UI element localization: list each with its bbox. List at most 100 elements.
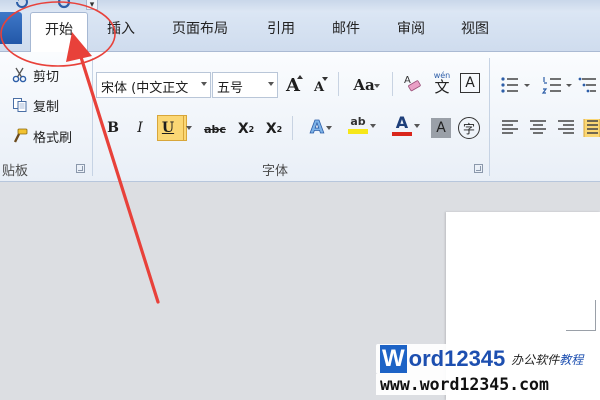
font-name-value: 宋体 (中文正文 <box>101 81 189 96</box>
highlight-color-bar <box>348 129 368 134</box>
copy-icon <box>13 98 27 112</box>
format-painter-label: 格式刷 <box>33 130 73 146</box>
font-launcher-icon[interactable] <box>474 164 483 173</box>
chevron-down-icon <box>186 126 192 130</box>
group-divider <box>489 58 490 176</box>
font-group-label: 字体 <box>262 164 289 179</box>
align-center-icon[interactable] <box>530 120 546 134</box>
strikethrough-icon: abc <box>204 122 226 136</box>
tab-insert[interactable]: 插入 <box>107 18 135 38</box>
character-shading-button[interactable]: A <box>431 118 451 138</box>
chevron-down-icon <box>374 84 380 88</box>
separator <box>392 72 393 96</box>
tab-review[interactable]: 审阅 <box>397 18 425 38</box>
watermark-slogan: 办公软件教程 <box>511 351 583 368</box>
format-painter-button[interactable]: 格式刷 <box>12 126 72 146</box>
bold-button[interactable]: B <box>104 117 122 139</box>
undo-icon[interactable] <box>14 0 30 10</box>
subscript-mark: 2 <box>248 124 255 134</box>
svg-text:A: A <box>404 75 411 86</box>
watermark-slogan-1: 办公软件 <box>511 352 560 367</box>
paragraph-list-buttons[interactable] <box>500 75 600 95</box>
font-color-button[interactable]: A <box>384 114 420 136</box>
watermark: W ord12345 办公软件教程 www.word12345.com <box>372 342 600 400</box>
character-border-button[interactable]: A <box>460 73 480 93</box>
highlight-icon: ab <box>350 115 366 128</box>
font-color-icon: A <box>395 112 409 132</box>
cut-button[interactable]: 剪切 <box>12 65 59 85</box>
superscript-icon: X <box>265 121 277 137</box>
phonetic-guide-icon: 文 <box>434 77 450 96</box>
text-effects-icon: A <box>310 116 325 138</box>
clear-formatting-button[interactable]: A <box>403 72 423 94</box>
grow-font-button[interactable]: A <box>283 74 303 96</box>
underline-button[interactable]: U <box>157 115 192 141</box>
alignment-buttons[interactable] <box>500 119 600 137</box>
group-divider <box>92 58 93 176</box>
underline-icon: U <box>161 120 175 136</box>
triangle-down-icon <box>322 77 328 81</box>
watermark-url: www.word12345.com <box>376 374 553 395</box>
eraser-icon: A <box>404 75 421 92</box>
crop-mark <box>566 330 596 331</box>
ribbon-tab-row <box>0 12 600 52</box>
chevron-down-icon <box>326 126 332 130</box>
subscript-icon: X <box>237 121 249 137</box>
scissors-icon <box>12 67 27 83</box>
tab-page-layout[interactable]: 页面布局 <box>172 18 228 38</box>
crop-mark <box>595 300 596 330</box>
copy-label: 复制 <box>33 99 60 115</box>
separator <box>338 72 339 96</box>
watermark-w: W <box>380 345 407 373</box>
clipboard-group-label: 贴板 <box>2 164 29 179</box>
enclose-characters-button[interactable]: 字 <box>458 117 480 139</box>
multilevel-list-icon[interactable] <box>578 77 596 93</box>
shrink-font-icon: A <box>313 79 325 95</box>
bold-icon: B <box>107 120 119 136</box>
watermark-brand: W ord12345 办公软件教程 <box>376 344 588 374</box>
subscript-button[interactable]: X2 <box>236 118 256 140</box>
align-left-icon[interactable] <box>502 120 518 134</box>
shrink-font-button[interactable]: A <box>310 76 328 98</box>
tab-file[interactable] <box>0 12 22 44</box>
italic-icon: I <box>137 120 143 136</box>
change-case-button[interactable]: Aa <box>350 74 380 96</box>
copy-button[interactable]: 复制 <box>12 95 59 115</box>
cut-label: 剪切 <box>33 69 60 85</box>
split-divider <box>183 116 184 140</box>
tab-references[interactable]: 引用 <box>267 18 295 38</box>
ribbon-panel <box>0 52 600 182</box>
clipboard-launcher-icon[interactable] <box>76 164 85 173</box>
change-case-icon: Aa <box>353 76 375 94</box>
format-painter-icon <box>13 128 28 143</box>
tab-view[interactable]: 视图 <box>461 18 489 38</box>
strikethrough-button[interactable]: abc <box>203 118 227 140</box>
text-effects-button[interactable]: A <box>302 116 332 138</box>
redo-icon[interactable] <box>56 0 72 10</box>
align-right-icon[interactable] <box>558 120 574 134</box>
font-name-select[interactable]: 宋体 (中文正文 <box>96 72 211 98</box>
customize-quick-access-icon[interactable]: ▾ <box>86 0 98 10</box>
text-highlight-button[interactable]: ab <box>340 114 376 136</box>
watermark-word: ord12345 <box>408 346 506 371</box>
phonetic-guide-button[interactable]: wén 文 <box>430 71 454 96</box>
separator <box>292 116 293 140</box>
tab-home[interactable]: 开始 <box>30 12 88 53</box>
font-size-value: 五号 <box>217 81 244 96</box>
superscript-button[interactable]: X2 <box>264 118 284 140</box>
bullets-icon[interactable] <box>501 77 530 93</box>
tab-mailings[interactable]: 邮件 <box>332 18 360 38</box>
chevron-down-icon <box>370 124 376 128</box>
font-color-bar <box>392 131 412 136</box>
superscript-mark: 2 <box>276 124 283 134</box>
chevron-down-icon <box>201 82 207 86</box>
character-border-icon: A <box>465 75 475 91</box>
enclose-characters-icon: 字 <box>462 121 475 136</box>
italic-button[interactable]: I <box>131 117 149 139</box>
numbering-icon[interactable] <box>541 77 572 94</box>
chevron-down-icon <box>414 124 420 128</box>
triangle-up-icon <box>297 75 303 79</box>
character-shading-icon: A <box>436 120 446 136</box>
chevron-down-icon <box>268 82 274 86</box>
font-size-select[interactable]: 五号 <box>212 72 278 98</box>
